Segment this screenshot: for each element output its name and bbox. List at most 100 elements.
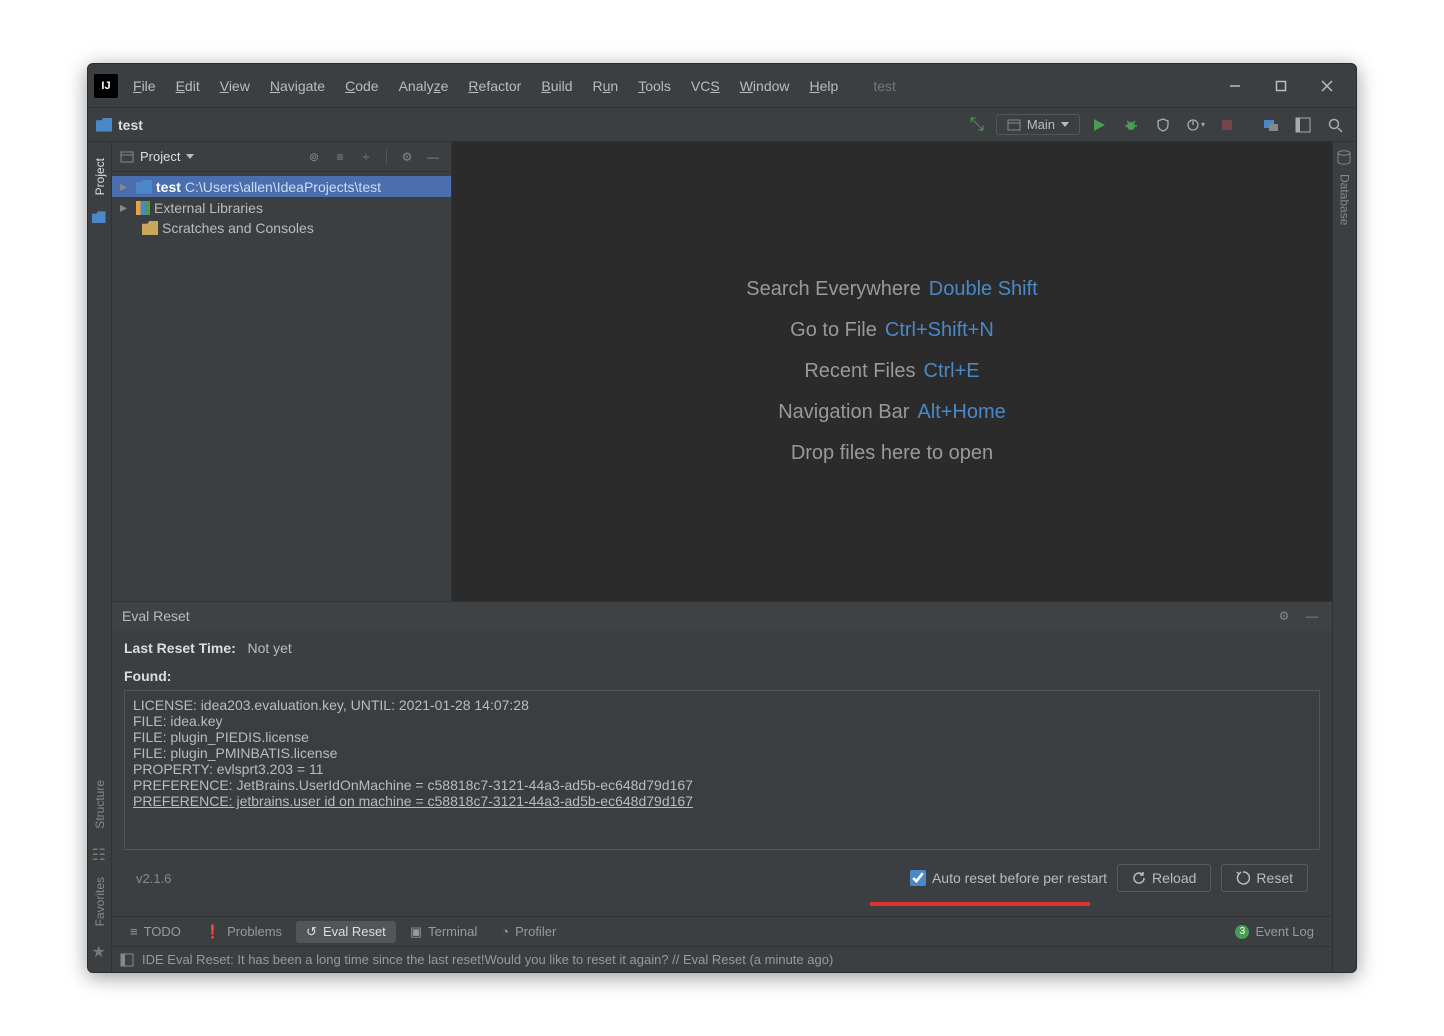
- hide-button[interactable]: —: [423, 147, 443, 167]
- auto-reset-checkbox[interactable]: Auto reset before per restart: [910, 870, 1107, 886]
- status-message: IDE Eval Reset: It has been a long time …: [142, 952, 833, 967]
- project-folder-icon: [96, 118, 112, 132]
- reload-label: Reload: [1152, 870, 1196, 886]
- tree-external-libs[interactable]: ▸ External Libraries: [112, 197, 451, 218]
- toggle-tool-windows-button[interactable]: [1290, 112, 1316, 138]
- left-tab-structure[interactable]: Structure: [93, 772, 107, 837]
- folder-icon-small: [92, 211, 108, 227]
- eval-reset-header: Eval Reset ⚙ —: [112, 602, 1332, 630]
- menu-analyze[interactable]: Analyze: [390, 74, 458, 98]
- application-icon: [1007, 118, 1021, 132]
- tab-problems[interactable]: ❗Problems: [195, 921, 292, 943]
- tab-terminal[interactable]: ▣Terminal: [400, 921, 487, 943]
- left-tab-favorites[interactable]: Favorites: [93, 869, 107, 934]
- menu-run[interactable]: Run: [584, 74, 628, 98]
- titlebar: IJ File Edit View Navigate Code Analyze …: [88, 64, 1356, 108]
- main-menu: File Edit View Navigate Code Analyze Ref…: [124, 74, 847, 98]
- menu-edit[interactable]: Edit: [167, 74, 209, 98]
- tab-event-log[interactable]: 3Event Log: [1225, 921, 1324, 942]
- problems-icon: ❗: [205, 924, 221, 940]
- database-icon[interactable]: [1337, 150, 1353, 166]
- run-button[interactable]: [1086, 112, 1112, 138]
- version-label: v2.1.6: [136, 871, 171, 886]
- maximize-button[interactable]: [1258, 71, 1304, 101]
- structure-icon: ☷: [92, 845, 108, 861]
- found-label: Found:: [124, 668, 1320, 684]
- eval-reset-body: Last Reset Time: Not yet Found: LICENSE:…: [112, 630, 1332, 916]
- tab-eval-reset[interactable]: ↺Eval Reset: [296, 921, 396, 943]
- tab-profiler[interactable]: ◔Profiler: [491, 921, 566, 942]
- editor-empty-state[interactable]: Search EverywhereDouble Shift Go to File…: [452, 142, 1332, 601]
- listing-line[interactable]: FILE: plugin_PMINBATIS.license: [133, 745, 1311, 761]
- minimize-button[interactable]: [1212, 71, 1258, 101]
- listing-line[interactable]: FILE: plugin_PIEDIS.license: [133, 729, 1311, 745]
- listing-line[interactable]: PROPERTY: evlsprt3.203 = 11: [133, 761, 1311, 777]
- menu-view[interactable]: View: [211, 74, 259, 98]
- close-button[interactable]: [1304, 71, 1350, 101]
- expand-all-button[interactable]: ≡: [330, 147, 350, 167]
- ide-window: IJ File Edit View Navigate Code Analyze …: [87, 63, 1357, 973]
- debug-button[interactable]: [1118, 112, 1144, 138]
- chevron-down-icon: [1061, 122, 1069, 127]
- menu-tools[interactable]: Tools: [629, 74, 680, 98]
- menu-build[interactable]: Build: [532, 74, 581, 98]
- project-icon: [120, 150, 134, 164]
- auto-reset-label: Auto reset before per restart: [932, 870, 1107, 886]
- hint-go-to-file: Go to FileCtrl+Shift+N: [790, 319, 994, 342]
- search-icon[interactable]: [1322, 112, 1348, 138]
- folder-icon: [136, 180, 152, 194]
- reset-button[interactable]: Reset: [1221, 864, 1308, 892]
- project-tool-window: Project ⊚ ≡ ÷ ⚙ — ▸ tes: [112, 142, 452, 601]
- profile-button[interactable]: ▾: [1182, 112, 1208, 138]
- menu-help[interactable]: Help: [801, 74, 848, 98]
- left-tool-gutter: Project Structure ☷ Favorites ★: [88, 142, 112, 972]
- hide-button[interactable]: —: [1302, 606, 1322, 626]
- scratches-label: Scratches and Consoles: [162, 220, 314, 236]
- tab-todo[interactable]: ≡TODO: [120, 921, 191, 942]
- menu-navigate[interactable]: Navigate: [261, 74, 334, 98]
- menu-code[interactable]: Code: [336, 74, 387, 98]
- tree-root[interactable]: ▸ test C:\Users\allen\IdeaProjects\test: [112, 176, 451, 197]
- listing-line[interactable]: LICENSE: idea203.evaluation.key, UNTIL: …: [133, 697, 1311, 713]
- reload-button[interactable]: Reload: [1117, 864, 1211, 892]
- listing-line[interactable]: PREFERENCE: jetbrains.user id on machine…: [133, 793, 1311, 809]
- navigation-bar: test ⤡ Main ▾: [88, 108, 1356, 142]
- tool-windows-icon[interactable]: [120, 953, 134, 967]
- collapse-all-button[interactable]: ÷: [356, 147, 376, 167]
- caret-icon[interactable]: ▸: [120, 199, 132, 216]
- found-listing[interactable]: LICENSE: idea203.evaluation.key, UNTIL: …: [124, 690, 1320, 850]
- project-structure-button[interactable]: [1258, 112, 1284, 138]
- eval-reset-icon: ↺: [306, 924, 317, 940]
- window-controls: [1212, 71, 1350, 101]
- menu-refactor[interactable]: Refactor: [459, 74, 530, 98]
- caret-icon[interactable]: ▸: [120, 178, 132, 195]
- menu-window[interactable]: Window: [731, 74, 799, 98]
- star-icon: ★: [92, 942, 108, 958]
- coverage-button[interactable]: [1150, 112, 1176, 138]
- project-tree[interactable]: ▸ test C:\Users\allen\IdeaProjects\test …: [112, 172, 451, 242]
- tree-scratches[interactable]: Scratches and Consoles: [112, 218, 451, 238]
- listing-line[interactable]: FILE: idea.key: [133, 713, 1311, 729]
- right-tool-gutter: Database: [1332, 142, 1356, 972]
- locate-button[interactable]: ⊚: [304, 147, 324, 167]
- gear-icon[interactable]: ⚙: [1274, 606, 1294, 626]
- work-area: Project ⊚ ≡ ÷ ⚙ — ▸ tes: [112, 142, 1332, 601]
- title-context: test: [873, 78, 896, 94]
- notification-badge: 3: [1235, 925, 1249, 939]
- right-tab-database[interactable]: Database: [1338, 166, 1352, 233]
- profiler-icon: ◔: [501, 924, 509, 939]
- left-tab-project[interactable]: Project: [93, 150, 107, 203]
- stop-button[interactable]: [1214, 112, 1240, 138]
- menu-file[interactable]: File: [124, 74, 165, 98]
- build-button[interactable]: ⤡: [964, 112, 990, 138]
- last-reset-value: Not yet: [247, 640, 291, 656]
- run-configuration-selector[interactable]: Main: [996, 114, 1080, 135]
- project-pane-title[interactable]: Project: [140, 149, 180, 164]
- breadcrumb[interactable]: test: [118, 117, 143, 133]
- chevron-down-icon[interactable]: [186, 154, 194, 159]
- gear-icon[interactable]: ⚙: [397, 147, 417, 167]
- external-libs-label: External Libraries: [154, 200, 263, 216]
- auto-reset-input[interactable]: [910, 870, 926, 886]
- menu-vcs[interactable]: VCS: [682, 74, 729, 98]
- listing-line[interactable]: PREFERENCE: JetBrains.UserIdOnMachine = …: [133, 777, 1311, 793]
